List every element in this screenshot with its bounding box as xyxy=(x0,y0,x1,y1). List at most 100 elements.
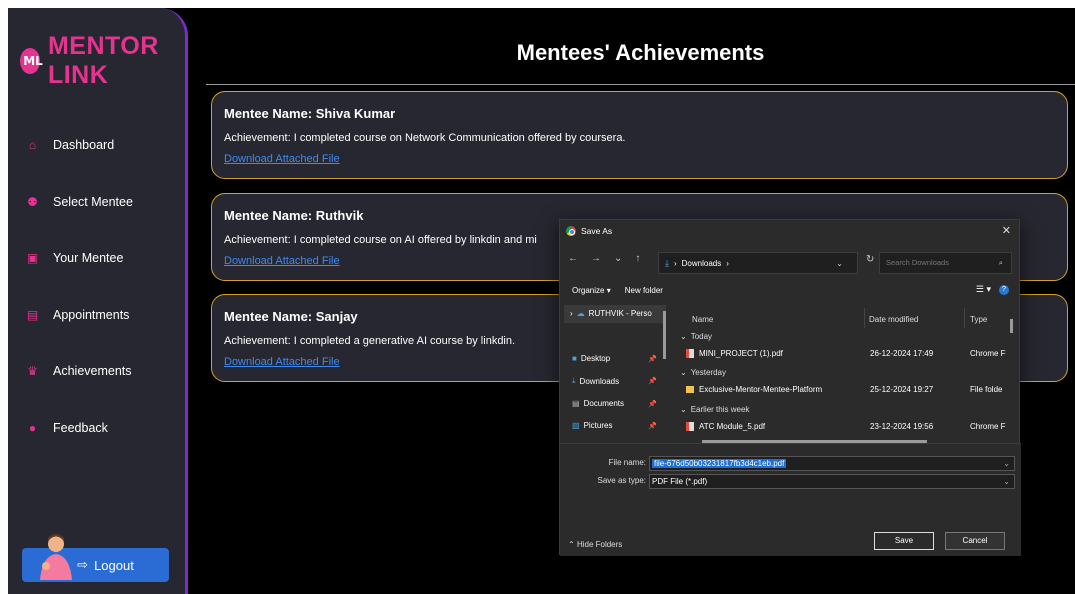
nav-item-desktop[interactable]: ■ Desktop xyxy=(572,354,610,363)
chevron-right-icon: › xyxy=(570,309,573,318)
nav-scrollbar[interactable] xyxy=(663,311,666,359)
chevron-down-icon: ⌄ xyxy=(680,368,687,377)
new-folder-button[interactable]: New folder xyxy=(625,286,663,295)
hide-folders-button[interactable]: ⌃ Hide Folders xyxy=(568,540,622,549)
download-file-link[interactable]: Download Attached File xyxy=(224,153,340,165)
save-type-value: PDF File (*.pdf) xyxy=(652,477,708,486)
column-separator xyxy=(964,308,965,328)
home-icon: ⌂ xyxy=(28,137,37,152)
chrome-icon xyxy=(566,226,576,236)
nav-item-label: Pictures xyxy=(583,421,613,430)
search-input[interactable]: Search Downloads ⌕ xyxy=(879,252,1012,274)
group-label: Earlier this week xyxy=(690,405,750,414)
nav-item-onedrive[interactable]: › ☁ RUTHVIK - Perso xyxy=(570,309,652,318)
mentee-name: Mentee Name: Sanjay xyxy=(224,309,358,324)
nav-item-label: Downloads xyxy=(579,376,620,386)
download-icon: ⤓ xyxy=(572,376,576,385)
trophy-icon: ♛ xyxy=(27,363,38,378)
group-yesterday[interactable]: ⌄ Yesterday xyxy=(680,368,726,377)
up-arrow-icon[interactable]: ↑ xyxy=(635,253,640,264)
sidebar-item-your-mentee[interactable]: ▣ Your Mentee xyxy=(26,250,124,265)
file-row[interactable]: ATC Module_5.pdf 23-12-2024 19:56 Chrome… xyxy=(670,419,1015,435)
organize-button[interactable]: Organize ▾ xyxy=(572,286,611,295)
file-row[interactable]: Exclusive-Mentor-Mentee-Platform 25-12-2… xyxy=(670,382,1015,398)
sidebar-item-achievements[interactable]: ♛ Achievements xyxy=(26,363,132,378)
breadcrumb-separator-icon: › xyxy=(726,258,729,268)
nav-item-documents[interactable]: ▤ Documents xyxy=(572,399,624,408)
sidebar-item-select-mentee[interactable]: ⚉ Select Mentee xyxy=(26,195,133,209)
back-arrow-icon[interactable]: ← xyxy=(568,253,578,264)
group-earlier-this-week[interactable]: ⌄ Earlier this week xyxy=(680,405,749,414)
column-header-name[interactable]: Name xyxy=(692,315,713,324)
file-name-value: file-676d50b03231817fb3d4c1eb.pdf xyxy=(652,459,787,468)
file-row[interactable]: MINI_PROJECT (1).pdf 26-12-2024 17:49 Ch… xyxy=(670,346,1015,362)
file-name-input[interactable]: file-676d50b03231817fb3d4c1eb.pdf ⌄ xyxy=(649,456,1015,471)
dialog-footer: File name: file-676d50b03231817fb3d4c1eb… xyxy=(560,443,1021,556)
sidebar-item-dashboard[interactable]: ⌂ Dashboard xyxy=(26,138,114,152)
view-menu-icon[interactable]: ☰ ▾ xyxy=(976,284,991,295)
help-icon[interactable]: ? xyxy=(999,284,1009,295)
sidebar: ML MENTOR LINK ⌂ Dashboard ⚉ Select Ment… xyxy=(8,8,188,594)
sidebar-item-label: Select Mentee xyxy=(53,195,133,209)
refresh-icon[interactable]: ↻ xyxy=(866,254,874,265)
file-type: File folde xyxy=(970,385,1003,394)
group-label: Yesterday xyxy=(690,368,726,377)
file-list: Name Date modified Type ⌄ Today MINI_PRO… xyxy=(670,303,1015,443)
chevron-down-icon[interactable]: ⌄ xyxy=(1003,457,1010,470)
download-file-link[interactable]: Download Attached File xyxy=(224,356,340,368)
cancel-button[interactable]: Cancel xyxy=(945,532,1005,550)
file-name: MINI_PROJECT (1).pdf xyxy=(699,349,783,358)
save-type-label: Save as type: xyxy=(597,476,646,485)
title-divider xyxy=(206,84,1075,85)
sidebar-item-appointments[interactable]: ▤ Appointments xyxy=(26,308,130,322)
document-icon: ▤ xyxy=(572,399,580,408)
page-title: Mentees' Achievements xyxy=(516,40,765,65)
sidebar-item-label: Feedback xyxy=(53,421,108,435)
group-today[interactable]: ⌄ Today xyxy=(680,332,712,341)
pdf-file-icon xyxy=(686,349,694,358)
mentee-name: Mentee Name: Ruthvik xyxy=(224,208,364,223)
users-icon: ⚉ xyxy=(27,194,38,209)
close-icon[interactable]: ✕ xyxy=(1002,224,1011,237)
achievement-card: Mentee Name: Shiva Kumar Achievement: I … xyxy=(211,91,1068,179)
desktop-icon: ■ xyxy=(572,354,577,363)
view-controls: ☰ ▾ ? xyxy=(976,284,1009,295)
chat-icon: ▣ xyxy=(26,250,39,265)
file-list-scrollbar[interactable] xyxy=(1010,319,1013,333)
pin-icon: 📌 xyxy=(648,356,657,363)
nav-item-downloads[interactable]: ⤓ Downloads xyxy=(572,376,619,386)
save-button[interactable]: Save xyxy=(874,532,934,550)
file-type: Chrome F xyxy=(970,349,1006,358)
picture-icon: ▨ xyxy=(572,421,580,430)
app-frame: ML MENTOR LINK ⌂ Dashboard ⚉ Select Ment… xyxy=(8,8,1075,594)
sidebar-item-label: Your Mentee xyxy=(53,251,124,265)
save-type-select[interactable]: PDF File (*.pdf) ⌄ xyxy=(649,474,1015,489)
chevron-up-icon: ⌃ xyxy=(568,540,575,549)
download-file-link[interactable]: Download Attached File xyxy=(224,255,340,267)
avatar xyxy=(40,534,72,580)
logout-icon: ⇨ xyxy=(77,557,89,572)
sidebar-item-feedback[interactable]: ● Feedback xyxy=(26,421,108,435)
achievement-text: Achievement: I completed course on AI of… xyxy=(224,234,537,246)
user-icon: ● xyxy=(28,420,37,435)
breadcrumb-separator-icon: › xyxy=(673,258,677,268)
file-date: 26-12-2024 17:49 xyxy=(870,349,934,358)
column-header-date[interactable]: Date modified xyxy=(869,315,918,324)
sidebar-item-label: Appointments xyxy=(53,308,130,322)
nav-item-pictures[interactable]: ▨ Pictures xyxy=(572,421,612,430)
chevron-down-icon[interactable]: ⌄ xyxy=(836,259,843,268)
sidebar-item-label: Achievements xyxy=(53,364,132,378)
column-header-type[interactable]: Type xyxy=(970,315,987,324)
chevron-down-icon[interactable]: ⌄ xyxy=(1003,475,1010,488)
chevron-down-icon: ⌄ xyxy=(680,332,687,341)
brand[interactable]: ML MENTOR LINK xyxy=(20,32,185,90)
address-bar[interactable]: ⤓ › Downloads › ⌄ xyxy=(658,252,858,274)
mentor-link-logo: ML xyxy=(20,48,43,74)
navigation-pane: › ☁ RUTHVIK - Perso ■ Desktop 📌 ⤓ Downlo… xyxy=(560,303,670,443)
address-text: Downloads xyxy=(681,258,722,268)
file-date: 25-12-2024 19:27 xyxy=(870,385,934,394)
column-separator xyxy=(864,308,865,328)
forward-arrow-icon[interactable]: → xyxy=(591,253,601,264)
recent-chevron-icon[interactable]: ⌄ xyxy=(614,253,622,264)
search-placeholder: Search Downloads xyxy=(886,258,949,267)
